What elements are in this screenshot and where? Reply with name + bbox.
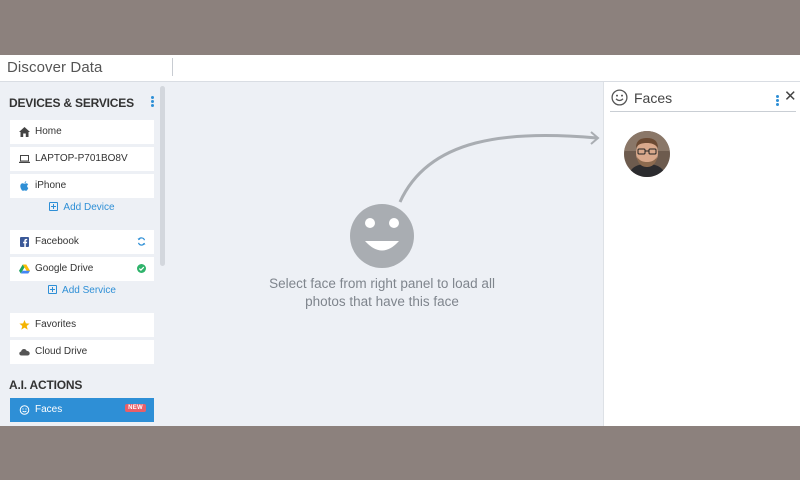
add-service-link[interactable]: Add Service	[10, 285, 154, 307]
sidebar-item-label: Home	[35, 126, 62, 137]
google-drive-icon	[19, 264, 30, 274]
main-illustration	[350, 131, 600, 268]
face-icon	[19, 405, 30, 415]
plus-square-icon	[48, 285, 58, 294]
close-icon[interactable]: ✕	[784, 88, 797, 106]
face-thumbnail[interactable]	[624, 131, 670, 177]
sidebar-item-label: Favorites	[35, 319, 77, 330]
laptop-icon	[19, 154, 30, 164]
sidebar-item-cloud-drive[interactable]: Cloud Drive	[10, 340, 154, 364]
facebook-icon	[19, 237, 30, 247]
cloud-icon	[19, 347, 30, 357]
devices-menu-kebab-icon[interactable]	[149, 96, 155, 109]
sidebar-scrollbar[interactable]	[160, 86, 165, 266]
app-title: Discover Data	[7, 59, 103, 76]
sidebar-item-label: Google Drive	[35, 263, 94, 274]
pointer-arrow-curve	[398, 133, 598, 203]
apple-icon	[19, 181, 30, 191]
sidebar: DEVICES & SERVICES Home LAPTOP-P701BO8V …	[0, 82, 166, 426]
add-service-label: Add Service	[62, 285, 116, 296]
faces-panel-title: Faces	[634, 90, 673, 106]
sidebar-item-favorites[interactable]: Favorites	[10, 313, 154, 337]
devices-services-heading-label: DEVICES & SERVICES	[9, 96, 134, 110]
sidebar-item-iphone[interactable]: iPhone	[10, 174, 154, 198]
sync-icon	[137, 237, 146, 246]
add-device-link[interactable]: Add Device	[10, 202, 154, 224]
main-content: Select face from right panel to load all…	[167, 82, 603, 426]
faces-panel: Faces ✕	[603, 82, 800, 426]
home-icon	[19, 127, 30, 137]
top-bar: Discover Data	[0, 55, 800, 82]
devices-services-heading: DEVICES & SERVICES	[9, 96, 157, 110]
check-circle-icon	[137, 264, 146, 273]
add-device-label: Add Device	[63, 202, 115, 213]
sidebar-item-home[interactable]: Home	[10, 120, 154, 144]
app-window: Discover Data DEVICES & SERVICES Home LA…	[0, 55, 800, 426]
new-badge: NEW	[125, 404, 146, 412]
faces-panel-header: Faces ✕	[610, 87, 797, 112]
sidebar-item-laptop[interactable]: LAPTOP-P701BO8V	[10, 147, 154, 171]
star-icon	[19, 320, 30, 330]
sidebar-item-label: LAPTOP-P701BO8V	[35, 153, 128, 164]
empty-state-hint: Select face from right panel to load all…	[269, 276, 495, 309]
smiley-face-icon	[350, 204, 414, 268]
ai-actions-heading: A.I. ACTIONS	[9, 378, 83, 392]
sidebar-item-google-drive[interactable]: Google Drive	[10, 257, 154, 281]
topbar-divider	[172, 58, 173, 76]
sidebar-item-label: iPhone	[35, 180, 67, 191]
smiley-icon	[611, 89, 628, 111]
sidebar-item-label: Facebook	[35, 236, 79, 247]
sidebar-item-faces[interactable]: Faces NEW	[10, 398, 154, 422]
plus-square-icon	[49, 202, 59, 211]
sidebar-item-facebook[interactable]: Facebook	[10, 230, 154, 254]
sidebar-item-label: Cloud Drive	[35, 346, 88, 357]
sidebar-item-label: Faces	[35, 404, 63, 415]
panel-menu-kebab-icon[interactable]	[776, 94, 779, 112]
